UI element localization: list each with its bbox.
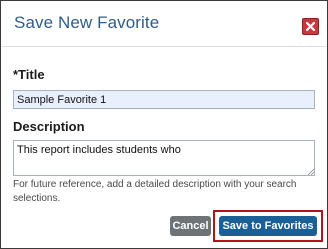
description-help-text: For future reference, add a detailed des… [13, 179, 297, 204]
dialog-title: Save New Favorite [14, 13, 160, 32]
description-textarea[interactable]: This report includes students who [13, 140, 315, 176]
resize-grip-icon[interactable] [307, 168, 314, 175]
close-button[interactable] [302, 18, 319, 35]
dialog-header: Save New Favorite [2, 2, 326, 47]
save-favorite-dialog: Save New Favorite *Title Description Thi… [0, 0, 328, 249]
description-label: Description [13, 119, 85, 134]
save-to-favorites-button[interactable]: Save to Favorites [219, 216, 317, 236]
title-label: *Title [13, 67, 45, 82]
title-input[interactable] [13, 90, 315, 109]
cancel-button[interactable]: Cancel [170, 216, 211, 236]
close-icon [305, 21, 316, 32]
